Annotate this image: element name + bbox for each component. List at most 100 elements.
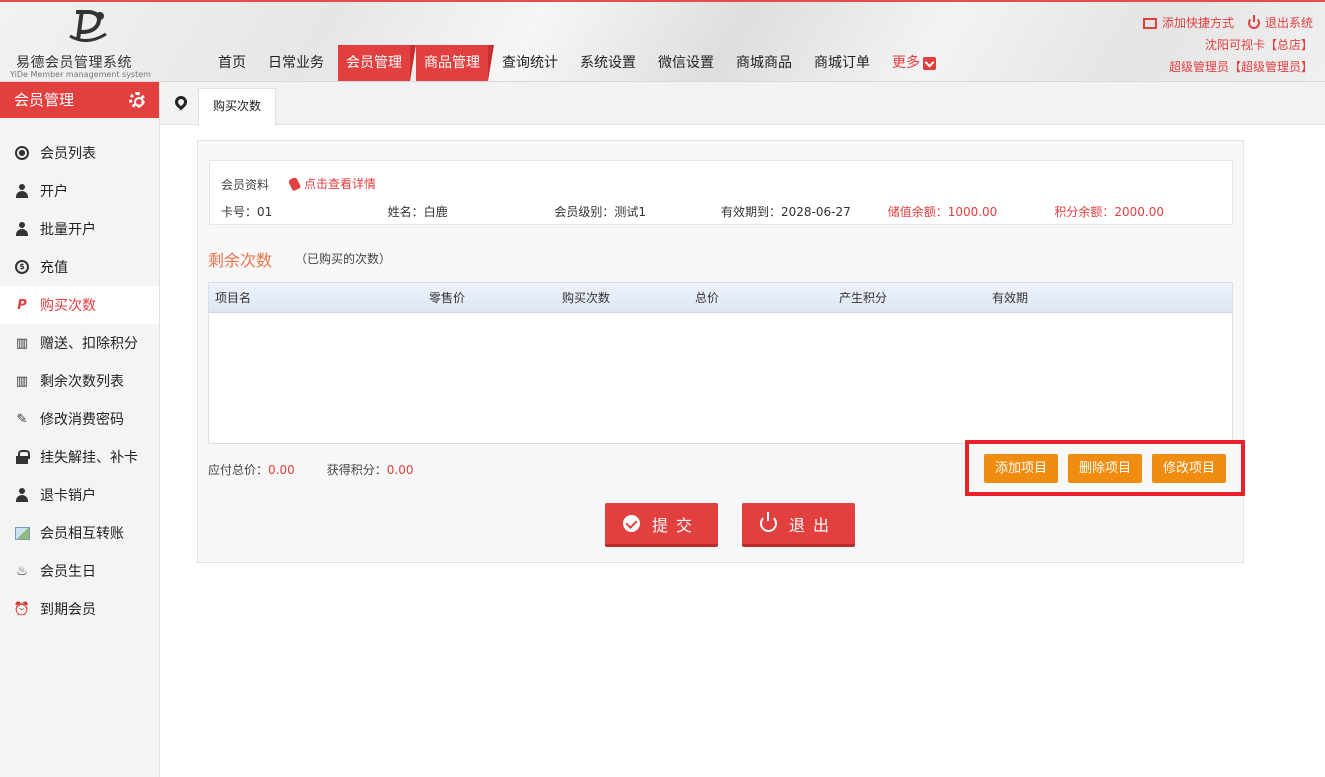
sidebar-item-remaining-list[interactable]: ▥ 剩余次数列表 — [0, 362, 159, 400]
submit-label: 提交 — [651, 515, 700, 535]
nav-more[interactable]: 更多 — [884, 45, 944, 81]
alarm-clock-icon: ⏰ — [13, 601, 31, 617]
sidebar-item-label: 购买次数 — [40, 298, 96, 314]
sidebar-item-expired[interactable]: ⏰ 到期会员 — [0, 590, 159, 628]
user-icon — [15, 488, 29, 502]
view-details-link[interactable]: 点击查看详情 — [287, 175, 376, 192]
earned-points: 获得积分：0.00 — [327, 461, 414, 478]
nav-mall-orders[interactable]: 商城订单 — [806, 45, 878, 81]
table-header: 项目名 零售价 购买次数 总价 产生积分 有效期 — [209, 283, 1232, 313]
sidebar-menu: ● 会员列表 开户 批量开户 $ 充值 P 购买次数 ▥ 赠送、扣除积分 ▥ 剩… — [0, 134, 159, 628]
sidebar-item-label: 到期会员 — [40, 602, 96, 618]
sidebar-item-label: 会员生日 — [40, 564, 96, 580]
tab-bar: 购买次数 — [160, 82, 1325, 126]
power-icon — [1247, 15, 1260, 29]
add-item-button[interactable]: 添加项目 — [983, 453, 1058, 483]
col-buy-count[interactable]: 购买次数 — [562, 289, 695, 306]
user-panel: 添加快捷方式 退出系统 沈阳可视卡【总店】 超级管理员【超级管理员】 — [1133, 12, 1313, 78]
app-logo[interactable]: 易德会员管理系统 YiDe Member management system — [8, 4, 158, 82]
sidebar-item-label: 挂失解挂、补卡 — [40, 450, 138, 466]
sidebar-item-points-adjust[interactable]: ▥ 赠送、扣除积分 — [0, 324, 159, 362]
add-shortcut-link[interactable]: 添加快捷方式 — [1142, 12, 1234, 34]
lock-icon — [16, 450, 30, 464]
card-number: 卡号：01 — [221, 205, 273, 219]
sidebar-item-change-password[interactable]: ✎ 修改消费密码 — [0, 400, 159, 438]
nav-system-settings[interactable]: 系统设置 — [572, 45, 644, 81]
col-total-price[interactable]: 总价 — [695, 289, 839, 306]
sidebar-item-transfer[interactable]: 会员相互转账 — [0, 514, 159, 552]
nav-more-label: 更多 — [892, 55, 920, 71]
expiry-date: 有效期到：2028-06-27 — [721, 205, 851, 219]
nav-daily-business[interactable]: 日常业务 — [260, 45, 332, 81]
col-points[interactable]: 产生积分 — [839, 289, 992, 306]
image-icon — [14, 526, 30, 540]
logo-subtitle: YiDe Member management system — [10, 70, 151, 79]
location-pin-icon[interactable] — [172, 93, 190, 111]
sidebar-item-report-loss[interactable]: 挂失解挂、补卡 — [0, 438, 159, 476]
logout-label: 退出系统 — [1264, 16, 1313, 30]
remaining-subtitle: （已购买的次数） — [295, 252, 392, 266]
pencil-icon: ✎ — [16, 411, 28, 427]
sidebar-item-member-list[interactable]: ● 会员列表 — [0, 134, 159, 172]
exit-button[interactable]: 退出 — [742, 503, 855, 544]
add-shortcut-label: 添加快捷方式 — [1161, 16, 1234, 30]
power-icon — [759, 512, 777, 532]
user-icon — [15, 222, 29, 236]
nav-mall-products[interactable]: 商城商品 — [728, 45, 800, 81]
nav-product-management[interactable]: 商品管理 — [416, 45, 494, 81]
sidebar-item-open-account[interactable]: 开户 — [0, 172, 159, 210]
sidebar-item-label: 批量开户 — [40, 222, 96, 238]
member-info-box: 会员资料 点击查看详情 卡号：01 姓名：白鹿 会员级别：测试1 有效期到：20… — [209, 160, 1233, 225]
store-name[interactable]: 沈阳可视卡【总店】 — [1133, 34, 1313, 56]
item-action-group: 添加项目 删除项目 修改项目 — [965, 440, 1245, 496]
remaining-title: 剩余次数 — [208, 251, 273, 270]
member-name: 姓名：白鹿 — [387, 205, 448, 219]
sidebar-item-birthday[interactable]: ♨ 会员生日 — [0, 552, 159, 590]
sidebar-item-close-account[interactable]: 退卡销户 — [0, 476, 159, 514]
sidebar-item-label: 会员相互转账 — [40, 526, 124, 542]
current-user[interactable]: 超级管理员【超级管理员】 — [1133, 56, 1313, 78]
sidebar-item-label: 充值 — [40, 260, 68, 276]
items-table: 项目名 零售价 购买次数 总价 产生积分 有效期 — [208, 282, 1233, 444]
earned-points-value: 0.00 — [386, 463, 414, 477]
nav-wechat-settings[interactable]: 微信设置 — [650, 45, 722, 81]
col-validity[interactable]: 有效期 — [992, 289, 1112, 306]
logout-link[interactable]: 退出系统 — [1247, 12, 1313, 34]
member-info-row: 卡号：01 姓名：白鹿 会员级别：测试1 有效期到：2028-06-27 储值余… — [221, 203, 1221, 220]
sidebar-item-batch-open[interactable]: 批量开户 — [0, 210, 159, 248]
submit-button[interactable]: 提交 — [605, 503, 718, 544]
sidebar: 会员管理 ● 会员列表 开户 批量开户 $ 充值 P 购买次数 ▥ 赠送、扣除积… — [0, 82, 160, 777]
check-circle-icon — [622, 515, 640, 532]
monitor-icon — [1142, 17, 1157, 29]
map-icon: ▥ — [15, 373, 29, 389]
sidebar-item-recharge[interactable]: $ 充值 — [0, 248, 159, 286]
top-header: 易德会员管理系统 YiDe Member management system 首… — [0, 0, 1325, 82]
nav-home[interactable]: 首页 — [210, 45, 254, 81]
main-panel: 会员资料 点击查看详情 卡号：01 姓名：白鹿 会员级别：测试1 有效期到：20… — [197, 140, 1245, 563]
sidebar-item-label: 修改消费密码 — [40, 412, 124, 428]
map-icon: ▥ — [15, 335, 29, 351]
sidebar-item-buy-times[interactable]: P 购买次数 — [0, 286, 159, 324]
col-retail-price[interactable]: 零售价 — [429, 289, 562, 306]
sidebar-item-label: 退卡销户 — [40, 488, 96, 504]
exit-label: 退出 — [788, 515, 837, 535]
user-circle-icon: ● — [15, 146, 29, 160]
sidebar-header: 会员管理 — [0, 82, 159, 118]
gear-icon[interactable] — [129, 92, 145, 108]
member-level: 会员级别：测试1 — [554, 205, 646, 219]
logo-title: 易德会员管理系统 — [16, 55, 132, 71]
logo-mark-icon — [69, 9, 107, 42]
nav-query-stats[interactable]: 查询统计 — [494, 45, 566, 81]
user-icon — [15, 184, 29, 198]
dollar-circle-icon: $ — [15, 260, 29, 274]
edit-item-button[interactable]: 修改项目 — [1152, 453, 1227, 483]
stored-balance: 储值余额：1000.00 — [887, 205, 998, 219]
sidebar-item-label: 剩余次数列表 — [40, 374, 124, 390]
main-nav: 首页 日常业务 会员管理 商品管理 查询统计 系统设置 微信设置 商城商品 商城… — [210, 45, 950, 81]
col-item-name[interactable]: 项目名 — [209, 289, 429, 306]
payable-label: 应付总价： — [208, 463, 269, 477]
tab-buy-times[interactable]: 购买次数 — [198, 88, 277, 126]
earned-points-label: 获得积分： — [326, 463, 387, 477]
nav-member-management[interactable]: 会员管理 — [338, 45, 416, 81]
delete-item-button[interactable]: 删除项目 — [1067, 453, 1142, 483]
